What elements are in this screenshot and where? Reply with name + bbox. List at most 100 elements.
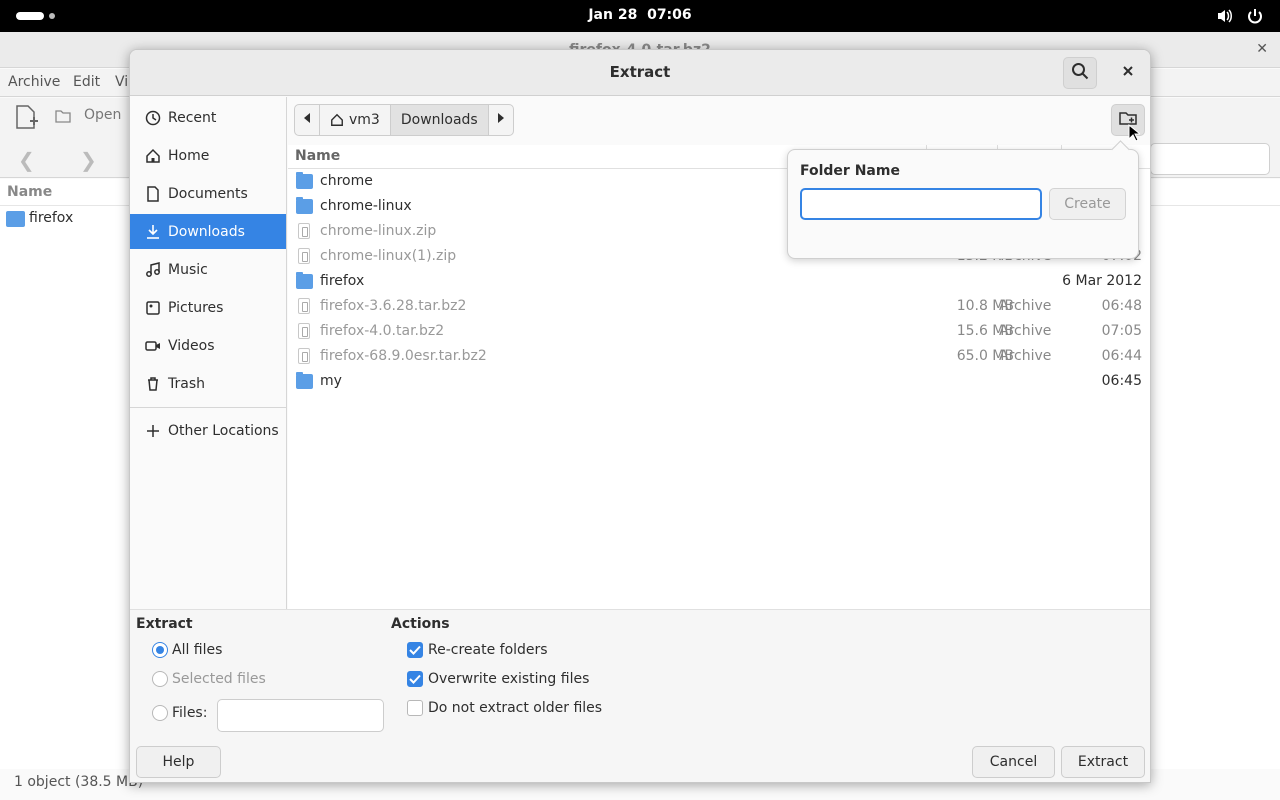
file-row[interactable]: firefox-68.9.0esr.tar.bz2 65.0 MB Archive 0… (288, 345, 1150, 370)
sidebar-item-downloads[interactable]: Downloads (130, 214, 286, 249)
places-sidebar: Recent Home Documents Downloads Music Pi… (130, 97, 287, 609)
new-folder-popover: Folder Name Create (787, 149, 1139, 259)
file-name: chrome-linux.zip (320, 223, 437, 239)
sidebar-item-label: Trash (168, 375, 205, 392)
sidebar-item-videos[interactable]: Videos (130, 328, 286, 363)
sidebar-item-documents[interactable]: Documents (130, 176, 286, 211)
recreate-folders-checkbox[interactable]: Re-create folders (407, 642, 548, 658)
status-bar: 1 object (38.5 MB) (14, 774, 144, 790)
archive-icon (298, 348, 310, 364)
document-icon (144, 185, 162, 203)
column-name-header[interactable]: Name (295, 148, 340, 164)
sidebar-item-recent[interactable]: Recent (130, 100, 286, 135)
path-forward-button[interactable] (489, 105, 513, 135)
file-row[interactable]: firefox-3.6.28.tar.bz2 10.8 MB Archive 06:4… (288, 295, 1150, 320)
close-button[interactable] (1111, 57, 1145, 89)
overwrite-checkbox[interactable]: Overwrite existing files (407, 671, 589, 687)
home-icon (144, 147, 162, 165)
sidebar-item-label: Documents (168, 185, 248, 202)
volume-icon[interactable] (1216, 7, 1234, 29)
files-radio[interactable]: Files: (152, 705, 207, 721)
extract-options: Extract All files Selected files Files: … (130, 609, 1150, 782)
open-folder-icon[interactable] (55, 109, 71, 127)
path-back-button[interactable] (295, 105, 320, 135)
file-type: Archive (999, 348, 1052, 364)
archive-icon (298, 323, 310, 339)
cancel-button[interactable]: Cancel (972, 746, 1055, 778)
actions-section-title: Actions (391, 616, 450, 632)
sidebar-item-label: Pictures (168, 299, 224, 316)
column-name[interactable]: Name (7, 184, 52, 200)
file-row[interactable]: firefox 6 Mar 2012 (288, 270, 1150, 295)
radio-indicator (152, 705, 168, 721)
file-name: chrome (320, 173, 373, 189)
file-row[interactable]: firefox-4.0.tar.bz2 15.6 MB Archive 07:05 (288, 320, 1150, 345)
file-modified: 06:45 (1101, 373, 1142, 389)
no-older-checkbox[interactable]: Do not extract older files (407, 700, 602, 716)
file-name: firefox-68.9.0esr.tar.bz2 (320, 348, 487, 364)
create-button[interactable]: Create (1049, 188, 1126, 220)
search-button[interactable] (1063, 57, 1097, 89)
menu-view[interactable]: Vi (115, 74, 128, 90)
menu-edit[interactable]: Edit (73, 74, 100, 90)
music-icon (144, 261, 162, 279)
selected-files-radio[interactable]: Selected files (152, 671, 266, 687)
mouse-pointer-icon (1128, 123, 1142, 146)
extract-button[interactable]: Extract (1061, 746, 1145, 778)
folder-icon (6, 211, 25, 227)
file-type: Archive (999, 323, 1052, 339)
list-item[interactable]: firefox (0, 207, 130, 231)
video-icon (144, 337, 162, 355)
sidebar-item-music[interactable]: Music (130, 252, 286, 287)
extract-dialog: Extract Recent Home Documents Downloads … (129, 49, 1151, 783)
all-files-radio[interactable]: All files (152, 642, 222, 658)
file-modified: 06:48 (1101, 298, 1142, 314)
archive-icon (298, 298, 310, 314)
chevron-right-icon (496, 112, 506, 128)
selected-files-label: Selected files (172, 671, 266, 687)
no-older-label: Do not extract older files (428, 700, 603, 716)
new-archive-icon[interactable] (14, 104, 38, 134)
file-modified: 6 Mar 2012 (1062, 273, 1142, 289)
overwrite-label: Overwrite existing files (428, 671, 590, 687)
all-files-label: All files (172, 642, 223, 658)
path-segment-label: Downloads (400, 112, 478, 128)
radio-indicator (152, 671, 168, 687)
sidebar-divider (130, 407, 286, 408)
path-segment-downloads[interactable]: Downloads (390, 105, 489, 135)
location-entry[interactable] (1150, 143, 1270, 175)
chevron-left-icon (302, 112, 312, 128)
folder-icon (296, 172, 313, 189)
path-bar: vm3 Downloads (294, 104, 514, 136)
sidebar-item-trash[interactable]: Trash (130, 366, 286, 401)
forward-icon[interactable]: ❯ (80, 148, 97, 172)
sidebar-item-home[interactable]: Home (130, 138, 286, 173)
file-modified: 06:44 (1101, 348, 1142, 364)
folder-icon (296, 372, 313, 389)
sidebar-item-pictures[interactable]: Pictures (130, 290, 286, 325)
open-button[interactable]: Open (84, 107, 121, 123)
dialog-header: Extract (130, 50, 1150, 96)
power-icon[interactable] (1246, 7, 1264, 29)
sidebar-item-other-locations[interactable]: Other Locations (130, 413, 286, 448)
download-icon (144, 223, 162, 241)
files-pattern-input[interactable] (217, 699, 384, 732)
dialog-title: Extract (609, 63, 671, 81)
file-name: my (320, 373, 342, 389)
path-segment-home[interactable]: vm3 (320, 105, 391, 135)
close-icon[interactable]: ✕ (1256, 41, 1268, 57)
file-row[interactable]: my 06:45 (288, 370, 1150, 395)
clock[interactable]: Jan 28 07:06 (0, 7, 1280, 23)
menu-archive[interactable]: Archive (8, 74, 60, 90)
files-label: Files: (172, 705, 208, 721)
archive-icon (298, 248, 310, 264)
file-name: firefox (320, 273, 365, 289)
folder-name-input[interactable] (800, 188, 1042, 220)
file-name: chrome-linux (320, 198, 412, 214)
help-button[interactable]: Help (136, 746, 221, 778)
list-item-label: firefox (29, 210, 74, 226)
home-icon (330, 113, 344, 127)
folder-name-label: Folder Name (800, 163, 900, 179)
back-icon[interactable]: ❮ (18, 148, 35, 172)
sidebar-item-label: Videos (168, 337, 215, 354)
